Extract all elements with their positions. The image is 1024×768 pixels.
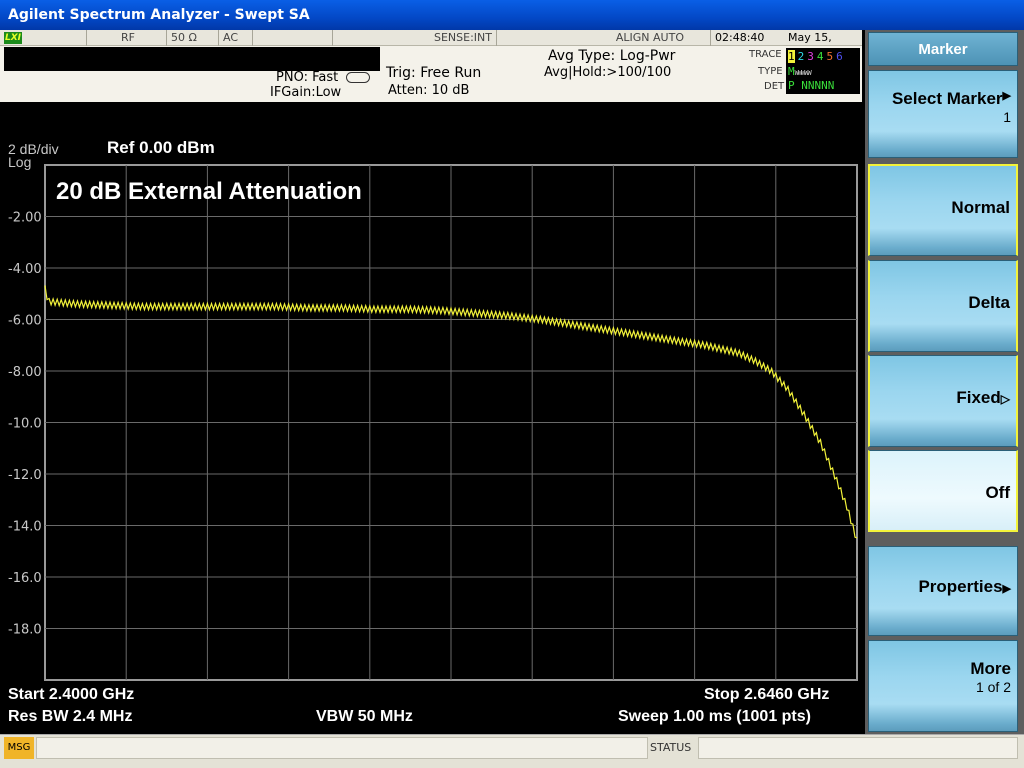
- trace-number-2: 2: [797, 50, 805, 63]
- impedance-indicator: 50 Ω: [166, 30, 218, 46]
- trace-row-label: TRACE: [749, 49, 782, 60]
- select-marker-label: Select Marker: [891, 89, 1003, 108]
- normal-marker-button[interactable]: Normal: [868, 164, 1018, 256]
- y-tick-label: -6.00: [8, 314, 42, 329]
- window-title-bar: Agilent Spectrum Analyzer - Swept SA: [0, 0, 1024, 30]
- y-tick-label: -18.0: [8, 623, 42, 638]
- attenuation-setting: Atten: 10 dB: [388, 83, 470, 98]
- y-tick-label: -10.0: [8, 417, 42, 432]
- trace-type-row: MWWWWW: [788, 65, 812, 80]
- resolution-bandwidth: Res BW 2.4 MHz: [8, 708, 133, 725]
- submenu-arrow-outline-icon: ▷: [1000, 392, 1010, 406]
- det-row-label: DET: [764, 81, 785, 92]
- y-tick-label: -4.00: [8, 262, 42, 277]
- info-black-strip: [4, 47, 380, 71]
- clock-time: 02:48:40 PM: [710, 30, 788, 60]
- submenu-arrow-icon: ▶: [1002, 583, 1011, 595]
- delta-label: Delta: [968, 293, 1010, 312]
- scale-type: Log: [8, 154, 32, 170]
- trace-numbers: 123456: [788, 50, 846, 63]
- spectrum-display: -2.00 -4.00 -6.00 -8.00 -10.0 -12.0 -14.0 -16.0…: [0, 102, 862, 734]
- delta-marker-button[interactable]: Delta: [868, 260, 1018, 352]
- y-tick-label: -12.0: [8, 468, 42, 483]
- trigger-setting: Trig: Free Run: [386, 65, 482, 81]
- start-frequency: Start 2.4000 GHz: [8, 686, 135, 703]
- window-title: Agilent Spectrum Analyzer - Swept SA: [8, 7, 310, 23]
- y-tick-label: -14.0: [8, 520, 42, 535]
- msg-indicator[interactable]: MSG: [4, 737, 34, 759]
- submenu-arrow-icon: ▶: [1002, 90, 1011, 102]
- y-tick-label: -16.0: [8, 571, 42, 586]
- align-indicator: ALIGN AUTO: [496, 30, 688, 46]
- coupling-indicator: AC: [218, 30, 252, 46]
- normal-label: Normal: [951, 198, 1010, 217]
- y-tick-label: -2.00: [8, 211, 42, 226]
- trace-det-row: P NNNNN: [788, 79, 835, 92]
- trace-number-5: 5: [826, 50, 834, 63]
- reference-level: Ref 0.00 dBm: [107, 138, 215, 157]
- off-label: Off: [985, 483, 1010, 502]
- status-cell-empty: [252, 30, 332, 46]
- more-page-indicator: 1 of 2: [975, 679, 1011, 695]
- trace-type-m: M: [788, 65, 795, 78]
- pno-setting: PNO: Fast: [276, 70, 339, 85]
- select-marker-value: 1: [1003, 109, 1011, 125]
- status-field: [698, 737, 1018, 759]
- avg-hold-setting: Avg|Hold:>100/100: [544, 65, 672, 80]
- properties-label: Properties: [918, 577, 1003, 596]
- trace-number-1: 1: [788, 50, 795, 63]
- trace-type-wave: WWWWW: [794, 69, 812, 77]
- trace-number-4: 4: [816, 50, 824, 63]
- y-tick-label: -8.00: [8, 365, 42, 380]
- type-row-label: TYPE: [758, 66, 783, 77]
- sense-indicator: SENSE:INT: [332, 30, 496, 46]
- fixed-marker-button[interactable]: Fixed▷: [868, 355, 1018, 447]
- ifgain-setting: IFGain:Low: [270, 85, 342, 100]
- message-field: [36, 737, 648, 759]
- sweep-time: Sweep 1.00 ms (1001 pts): [618, 708, 811, 725]
- softkey-menu-title: Marker: [868, 32, 1018, 66]
- marker-off-button[interactable]: Off: [868, 450, 1018, 532]
- avg-type-setting: Avg Type: Log-Pwr: [548, 48, 676, 64]
- rf-input-indicator: RF: [86, 30, 166, 46]
- properties-button[interactable]: Properties▶: [868, 546, 1018, 636]
- more-button[interactable]: More 1 of 2: [868, 640, 1018, 732]
- more-label: More: [970, 659, 1011, 678]
- stop-frequency: Stop 2.6460 GHz: [704, 686, 830, 703]
- lxi-indicator: LXI: [4, 32, 22, 44]
- screen-annotation: 20 dB External Attenuation: [56, 178, 362, 205]
- clock-date: May 15, 2013: [788, 31, 832, 60]
- pno-toggle-icon: [346, 72, 370, 83]
- trace-number-3: 3: [807, 50, 814, 63]
- trace-status-grid: 123456 MWWWWW P NNNNN: [786, 48, 860, 94]
- status-label: STATUS: [650, 741, 692, 754]
- fixed-label: Fixed: [956, 388, 1001, 407]
- trace-number-6: 6: [836, 50, 843, 63]
- status-row: LXI RF 50 Ω AC SENSE:INT ALIGN AUTO 02:4…: [0, 30, 862, 60]
- video-bandwidth: VBW 50 MHz: [316, 708, 413, 725]
- select-marker-button[interactable]: Select Marker▶ 1: [868, 70, 1018, 158]
